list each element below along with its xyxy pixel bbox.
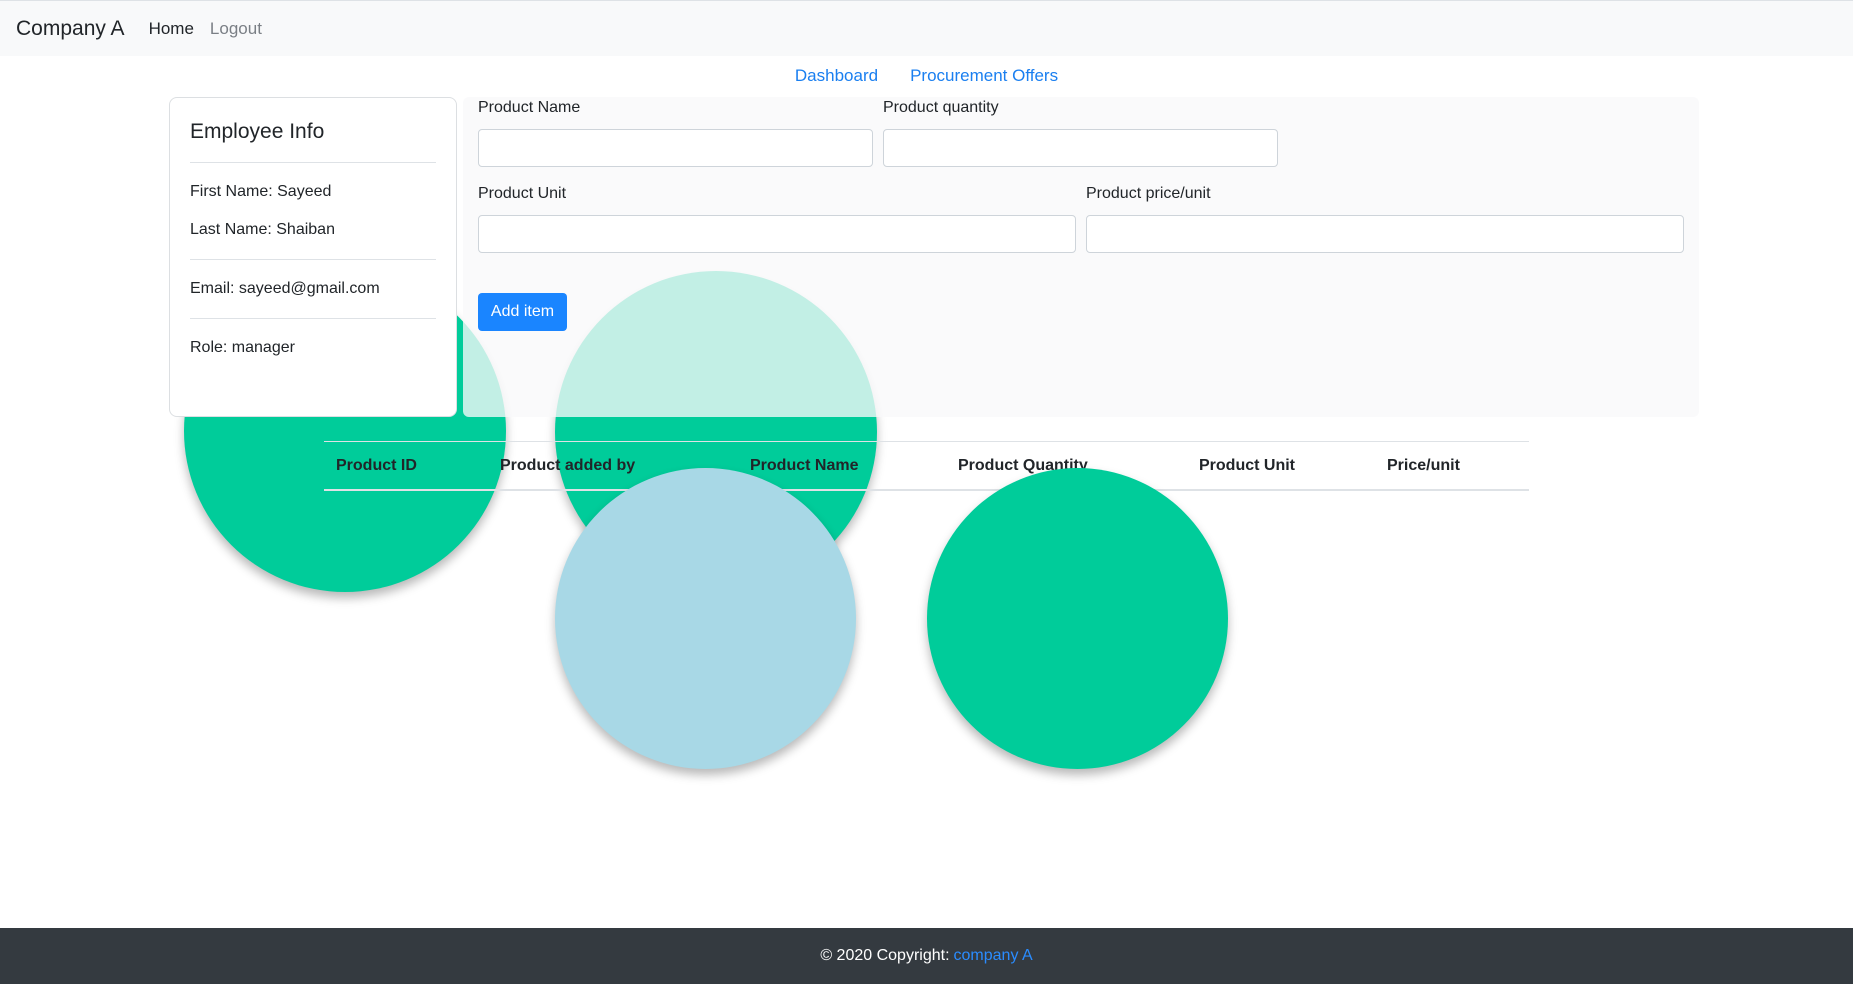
decorative-circle-blue	[555, 468, 856, 769]
footer-company-link[interactable]: company A	[954, 947, 1033, 965]
table-header-product-id: Product ID	[336, 457, 417, 474]
nav-logout-link[interactable]: Logout	[210, 19, 262, 39]
top-navbar: Company A Home Logout	[0, 0, 1853, 56]
employee-info-title: Employee Info	[190, 120, 325, 143]
employee-email: Email: sayeed@gmail.com	[190, 280, 380, 297]
product-price-label: Product price/unit	[1086, 185, 1211, 202]
table-header-added-by: Product added by	[500, 457, 636, 474]
add-item-button[interactable]: Add item	[478, 293, 567, 331]
decorative-circle-green-3	[927, 468, 1228, 769]
employee-first-name: First Name: Sayeed	[190, 183, 332, 200]
table-header-product-name: Product Name	[750, 457, 859, 474]
product-quantity-label: Product quantity	[883, 99, 999, 116]
product-quantity-input[interactable]	[883, 129, 1278, 167]
divider	[190, 259, 436, 260]
add-product-form: Product Name Product quantity Product Un…	[463, 97, 1699, 417]
product-unit-label: Product Unit	[478, 185, 567, 202]
employee-info-card: Employee Info First Name: Sayeed Last Na…	[169, 97, 457, 417]
procurement-offers-link[interactable]: Procurement Offers	[910, 66, 1058, 86]
product-unit-input[interactable]	[478, 215, 1076, 253]
products-table: Product ID Product added by Product Name…	[324, 441, 1529, 491]
brand-logo[interactable]: Company A	[16, 17, 125, 41]
footer-copyright: © 2020 Copyright:	[820, 947, 950, 964]
divider	[190, 318, 436, 319]
table-header-product-unit: Product Unit	[1199, 457, 1295, 474]
product-name-input[interactable]	[478, 129, 873, 167]
dashboard-link[interactable]: Dashboard	[795, 66, 878, 86]
nav-home-link[interactable]: Home	[149, 19, 194, 39]
employee-role: Role: manager	[190, 339, 295, 356]
footer: © 2020 Copyright: company A	[0, 928, 1853, 984]
table-header-price-unit: Price/unit	[1387, 457, 1460, 474]
employee-last-name: Last Name: Shaiban	[190, 221, 335, 238]
product-name-label: Product Name	[478, 99, 581, 116]
divider	[190, 162, 436, 163]
sub-navigation: Dashboard Procurement Offers	[0, 66, 1853, 86]
product-price-input[interactable]	[1086, 215, 1684, 253]
